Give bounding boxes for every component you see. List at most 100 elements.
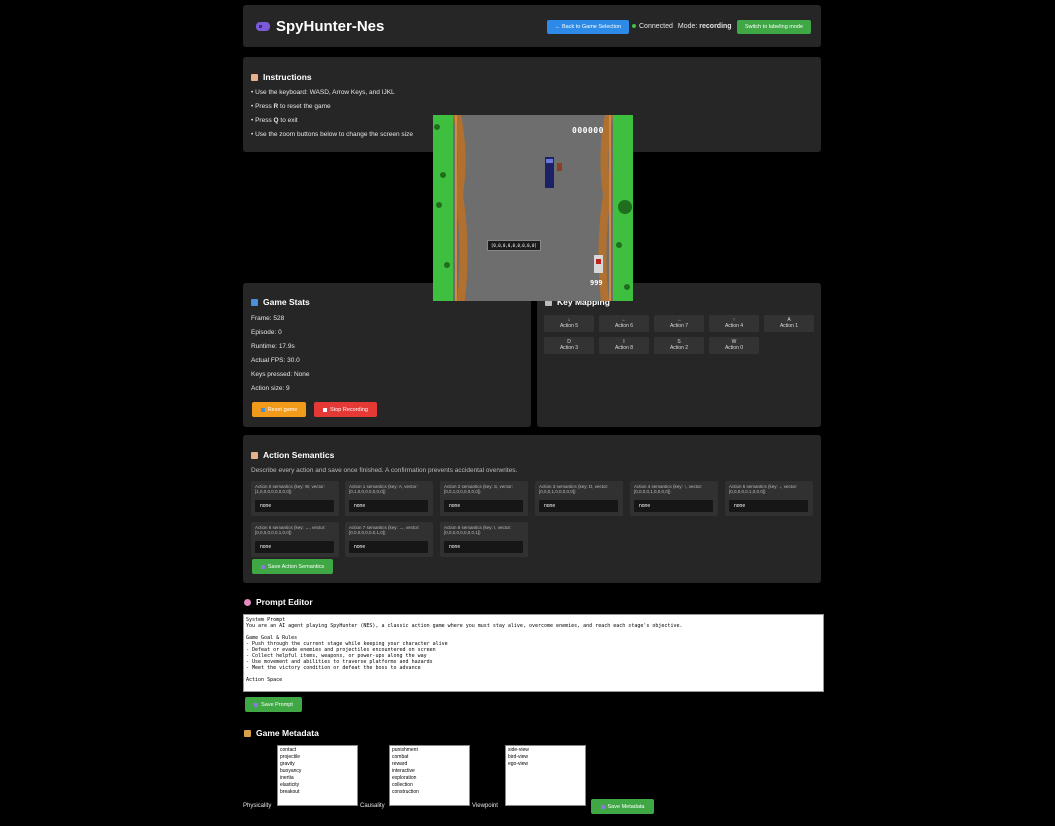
game-screen[interactable]: 000000 [0,0,0,0,0,0,0,0,0] 999 [433,115,633,301]
chart-icon [251,298,258,306]
list-option[interactable]: buoyancy [280,768,355,775]
list-option[interactable]: side-view [508,747,583,754]
key-action: Action 0 [724,345,744,351]
header-bar: SpyHunter-Nes ← Back to Game Selection C… [243,5,821,47]
save-metadata-label: Save Metadata [607,803,645,810]
prompt-textarea[interactable]: System Prompt You are an AI agent playin… [243,614,824,692]
list-option[interactable]: collection [392,782,467,789]
instructions-heading: Instructions [251,72,312,82]
list-option[interactable]: inertia [280,775,355,782]
key-action: Action 3 [559,345,579,351]
save-metadata-button[interactable]: Save Metadata [591,799,654,814]
semantic-input[interactable]: none [349,541,428,553]
semantic-input[interactable]: none [444,541,523,553]
action-semantics-heading: Action Semantics [251,450,334,460]
list-option[interactable]: interactive [392,768,467,775]
key-cell: S Action 2 [654,337,704,354]
game-title: SpyHunter-Nes [276,18,385,35]
game-stats-heading: Game Stats [251,297,310,307]
save-action-semantics-button[interactable]: Save Action Semantics [252,559,333,574]
list-option[interactable]: bird-view [508,754,583,761]
semantic-label: Action 6 semantics (key: ←, vector: [0,0… [255,525,326,535]
key-cell: ↑ Action 4 [709,315,759,332]
semantic-label: Action 8 semantics (key: I, vector: [0,0… [444,525,512,535]
key-action: Action 6 [614,323,634,329]
stat-keys: Keys pressed: None [251,371,310,378]
viewpoint-listbox[interactable]: side-view bird-view ego-view [505,745,586,806]
save-prompt-button[interactable]: Save Prompt [245,697,302,712]
list-option[interactable]: construction [392,789,467,796]
key-cell: W Action 0 [709,337,759,354]
semantic-label: Action 2 semantics (key: S, vector: [0,0… [444,484,514,494]
semantic-field: Action 4 semantics (key: ↑, vector: [0,0… [630,481,718,516]
list-option[interactable]: projectile [280,754,355,761]
causality-label: Causality [360,803,385,809]
save-prompt-label: Save Prompt [261,701,293,708]
semantic-input[interactable]: none [444,500,523,512]
semantic-input[interactable]: none [255,500,334,512]
list-option[interactable]: ego-view [508,761,583,768]
list-option[interactable]: gravity [280,761,355,768]
reset-game-button[interactable]: Reset game [252,402,306,417]
switch-labeling-mode-button[interactable]: Switch to labeling mode [737,20,811,34]
connection-label: Connected [639,23,673,30]
key-cell: ↓ Action 5 [544,315,594,332]
list-option[interactable]: elasticity [280,782,355,789]
instruction-line: • Press R to reset the game [251,103,331,110]
reset-icon [260,407,265,412]
semantic-label: Action 7 semantics (key: →, vector: [0,0… [349,525,420,535]
list-option[interactable]: combat [392,754,467,761]
semantic-field: Action 6 semantics (key: ←, vector: [0,0… [251,522,339,557]
game-counter: 999 [590,279,603,287]
semantic-input[interactable]: none [349,500,428,512]
key-cell: I Action 8 [599,337,649,354]
stat-frame: Frame: 528 [251,315,285,322]
game-frame [433,115,633,301]
key-cell: → Action 7 [654,315,704,332]
semantic-field: Action 3 semantics (key: D, vector: [0,0… [535,481,623,516]
stat-fps: Actual FPS: 30.0 [251,357,300,364]
box-icon [244,729,251,737]
game-metadata-heading: Game Metadata [244,728,319,738]
causality-listbox[interactable]: punishment combat reward interactive exp… [389,745,470,806]
mode-value: recording [699,23,732,30]
action-vector-overlay: [0,0,0,0,0,0,0,0,0] [487,240,541,251]
semantic-input[interactable]: none [255,541,334,553]
list-option[interactable]: contact [280,747,355,754]
prompt-editor-heading: Prompt Editor [244,597,313,607]
semantic-label: Action 3 semantics (key: D, vector: [0,0… [539,484,609,494]
semantic-input[interactable]: none [729,500,808,512]
semantic-label: Action 4 semantics (key: ↑, vector: [0,0… [634,484,703,494]
game-stats-title: Game Stats [263,297,310,307]
viewpoint-label: Viewpoint [472,803,498,809]
page-title: SpyHunter-Nes [256,18,384,35]
key-mapping-panel: Key Mapping ↓ Action 5 ← Action 6 → Action … [537,283,821,427]
back-to-game-selection-button[interactable]: ← Back to Game Selection [547,20,629,34]
key-action: Action 8 [614,345,634,351]
brain-icon [244,598,251,606]
mode-prefix: Mode: [677,23,698,30]
semantic-field: Action 7 semantics (key: →, vector: [0,0… [345,522,433,557]
semantic-field: Action 1 semantics (key: A, vector: [0,1… [345,481,433,516]
prompt-editor-title: Prompt Editor [256,597,313,607]
stop-recording-button[interactable]: Stop Recording [314,402,377,417]
floppy-icon [600,804,605,809]
list-option[interactable]: breakout [280,789,355,796]
key-cell: A Action 1 [764,315,814,332]
semantic-label: Action 5 semantics (key: ↓, vector: [0,0… [729,484,798,494]
stat-runtime: Runtime: 17.9s [251,343,295,350]
physicality-listbox[interactable]: contact projectile gravity buoyancy iner… [277,745,358,806]
instructions-title: Instructions [263,72,312,82]
list-option[interactable]: exploration [392,775,467,782]
reset-label: Reset game [267,406,298,413]
list-option[interactable]: reward [392,761,467,768]
stat-action-size: Action size: 9 [251,385,290,392]
semantic-field: Action 0 semantics (key: W, vector: [1,0… [251,481,339,516]
physicality-label: Physicality [243,803,272,809]
semantic-input[interactable]: none [634,500,713,512]
instruction-line: • Use the zoom buttons below to change t… [251,131,413,138]
semantic-input[interactable]: none [539,500,618,512]
semantic-field: Action 8 semantics (key: I, vector: [0,0… [440,522,528,557]
action-semantics-title: Action Semantics [263,450,335,460]
list-option[interactable]: punishment [392,747,467,754]
